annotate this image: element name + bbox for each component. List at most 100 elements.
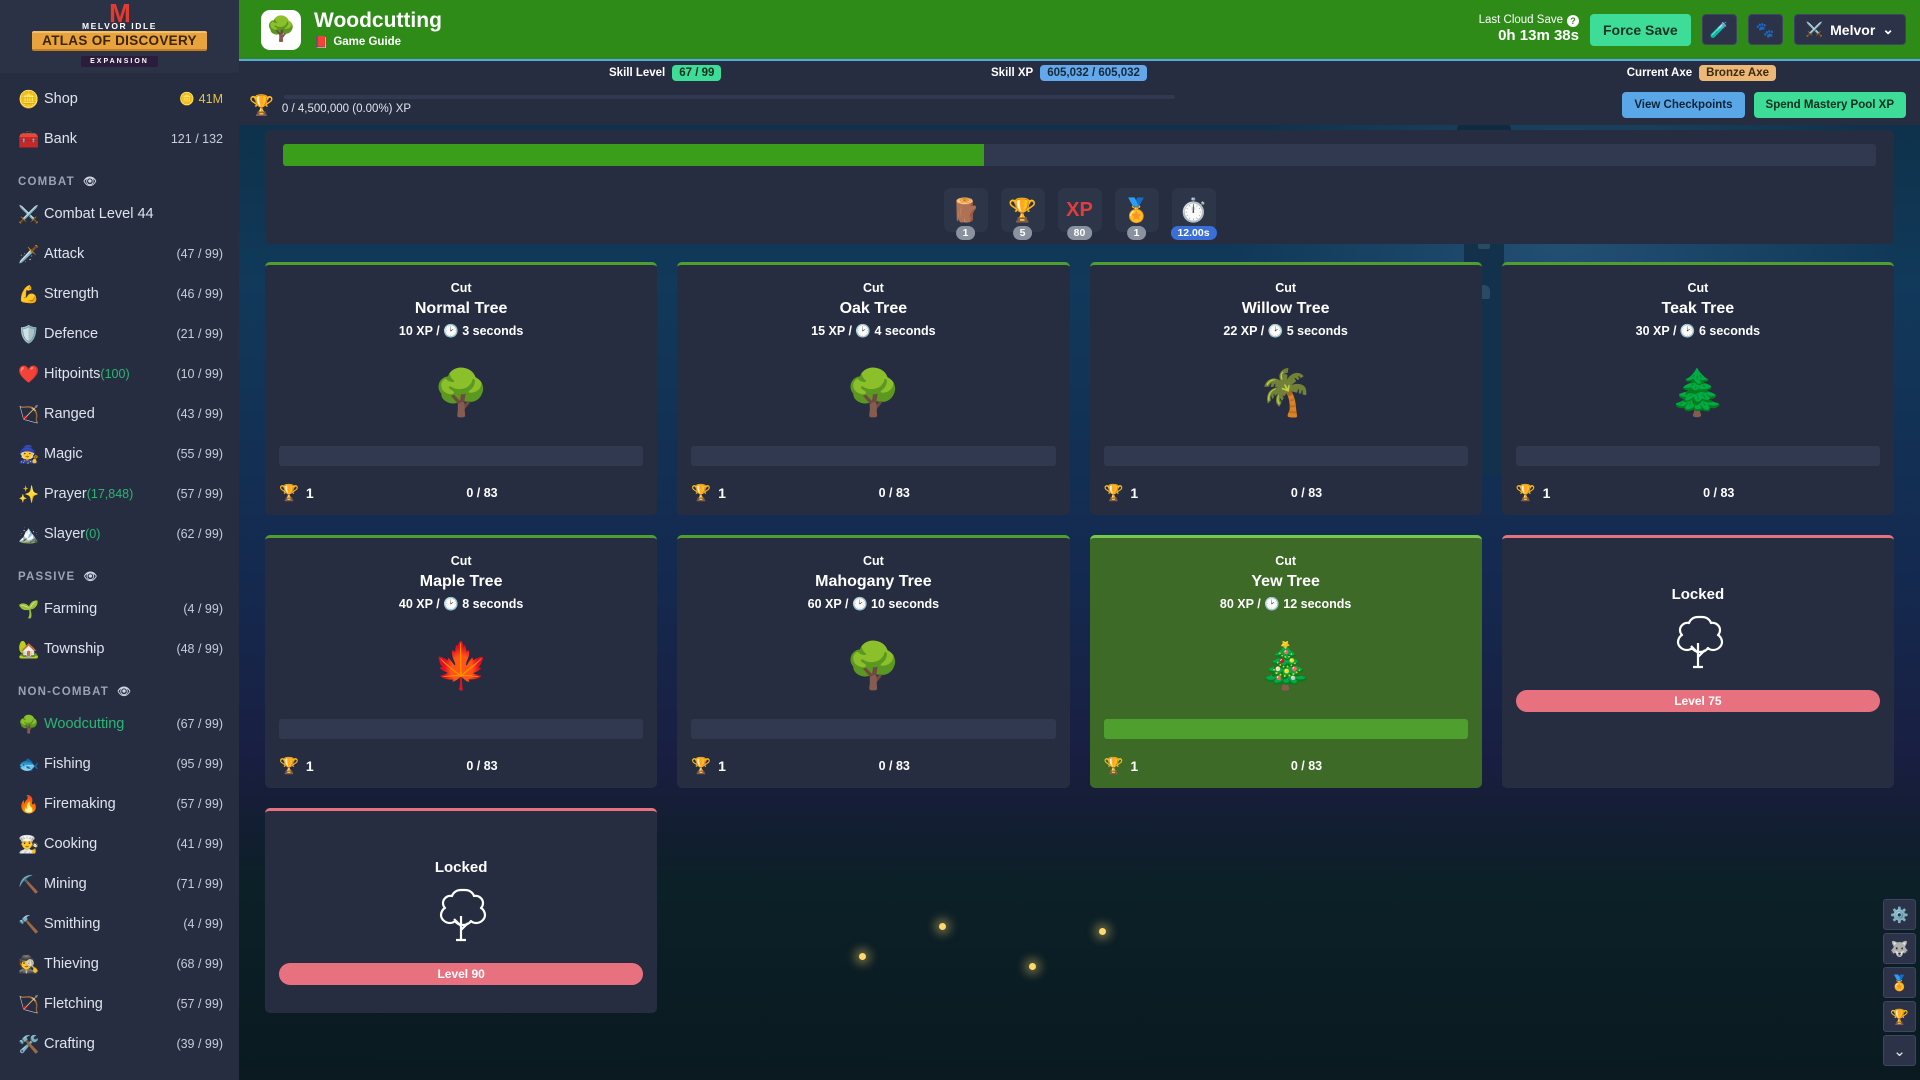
- sidebar-item-ranged[interactable]: 🏹 Ranged (43 / 99): [0, 394, 239, 434]
- slayer-icon: 🏔️: [18, 524, 40, 544]
- sidebar-item-firemaking[interactable]: 🔥 Firemaking (57 / 99): [0, 784, 239, 824]
- tree-mastery-level: 1: [305, 485, 314, 501]
- tree-art-icon: 🌳: [845, 366, 902, 418]
- tree-card-mahogany-tree[interactable]: Cut Mahogany Tree 60 XP / 🕑 10 seconds 🌳…: [677, 535, 1070, 788]
- sidebar-item-farming[interactable]: 🌱 Farming (4 / 99): [0, 589, 239, 629]
- mastery-pool-trophy-icon[interactable]: 🏆: [249, 96, 274, 116]
- xp-badge[interactable]: XP 80: [1057, 188, 1102, 240]
- sidebar-item-value: (57 / 99): [176, 487, 223, 501]
- sidebar-item-text: Bank: [44, 131, 78, 147]
- cloud-save-label: Last Cloud Save: [1478, 14, 1563, 27]
- badge-count: 80: [1066, 226, 1093, 240]
- tree-name: Mahogany Tree: [815, 573, 932, 590]
- skill-glyph: 🌳: [266, 16, 296, 43]
- logo-title: ATLAS OF DISCOVERY: [32, 31, 207, 51]
- view-checkpoints-button[interactable]: View Checkpoints: [1622, 92, 1745, 118]
- sidebar-item-defence[interactable]: 🛡️ Defence (21 / 99): [0, 314, 239, 354]
- sidebar-item-label: Slayer(0): [44, 526, 176, 542]
- tree-mastery-row: 🏆 1 0 / 83: [691, 483, 1055, 503]
- mastery-trophy-badge-glyph: 🏆: [1008, 196, 1037, 223]
- game-logo[interactable]: M MELVOR IDLE ATLAS OF DISCOVERY EXPANSI…: [0, 0, 239, 73]
- sidebar-item-cooking[interactable]: 👨‍🍳 Cooking (41 / 99): [0, 824, 239, 864]
- sidebar-item-smithing[interactable]: 🔨 Smithing (4 / 99): [0, 904, 239, 944]
- trophy-icon: 🏆: [1515, 485, 1536, 502]
- sidebar-item-thieving[interactable]: 🕵️ Thieving (68 / 99): [0, 944, 239, 984]
- sidebar-item-fletching[interactable]: 🏹 Fletching (57 / 99): [0, 984, 239, 1024]
- pickaxe-icon: ⛏️: [18, 874, 40, 894]
- sidebar-item-hitpoints[interactable]: ❤️ Hitpoints(100) (10 / 99): [0, 354, 239, 394]
- sidebar-item-combat-level-44[interactable]: ⚔️ Combat Level 44: [0, 194, 239, 234]
- sidebar-section-title: PASSIVE: [18, 570, 76, 583]
- tree-time: 8 seconds: [462, 597, 524, 611]
- sidebar-item-slayer[interactable]: 🏔️ Slayer(0) (62 / 99): [0, 514, 239, 554]
- logs-badge[interactable]: 🪵 1: [943, 188, 988, 240]
- user-menu-button[interactable]: ⚔️ Melvor ⌄: [1793, 14, 1906, 45]
- badge-count: 5: [1012, 226, 1033, 240]
- sidebar-item-fishing[interactable]: 🐟 Fishing (95 / 99): [0, 744, 239, 784]
- current-axe-value[interactable]: Bronze Axe: [1699, 65, 1776, 81]
- sidebar-item-label: Crafting: [44, 1036, 176, 1052]
- eye-icon[interactable]: 👁: [83, 570, 98, 583]
- tree-card-maple-tree[interactable]: Cut Maple Tree 40 XP / 🕑 8 seconds 🍁 🏆 1…: [265, 535, 658, 788]
- chevron-down-icon[interactable]: ⌄: [1883, 1035, 1916, 1066]
- tree-mastery-row: 🏆 1 0 / 83: [279, 483, 643, 503]
- pets-glyph: 🐾: [1755, 21, 1775, 39]
- sidebar-section-title: NON-COMBAT: [18, 685, 109, 698]
- tree-card-willow-tree[interactable]: Cut Willow Tree 22 XP / 🕑 5 seconds 🌴 🏆 …: [1089, 262, 1482, 515]
- tree-action-label: Cut: [450, 281, 472, 295]
- potion-icon[interactable]: 🧪: [1701, 14, 1737, 45]
- sidebar-item-crafting[interactable]: 🛠️ Crafting (39 / 99): [0, 1024, 239, 1064]
- sidebar-item-label: Farming: [44, 601, 183, 617]
- force-save-button[interactable]: Force Save: [1589, 13, 1691, 46]
- sidebar-item-prayer[interactable]: ✨ Prayer(17,848) (57 / 99): [0, 474, 239, 514]
- sidebar-item-township[interactable]: 🏡 Township (48 / 99): [0, 629, 239, 669]
- sidebar-item-value: (55 / 99): [176, 447, 223, 461]
- sidebar-item-attack[interactable]: 🗡️ Attack (47 / 99): [0, 234, 239, 274]
- tree-progress-bar: [1515, 446, 1880, 466]
- tree-card-yew-tree[interactable]: Cut Yew Tree 80 XP / 🕑 12 seconds 🎄 🏆 1 …: [1089, 535, 1482, 788]
- sidebar-item-label: Shop: [44, 91, 179, 107]
- help-icon[interactable]: ?: [1566, 14, 1579, 27]
- settings-gear-icon[interactable]: ⚙️: [1883, 899, 1916, 930]
- mastery-trophy-badge[interactable]: 🏆 5: [1000, 188, 1045, 240]
- pets-icon[interactable]: 🐾: [1747, 14, 1783, 45]
- sidebar-item-label: Defence: [44, 326, 176, 342]
- sidebar-item-label: Attack: [44, 246, 176, 262]
- skill-level-group: Skill Level 67 / 99: [609, 65, 722, 81]
- sidebar-item-woodcutting[interactable]: 🌳 Woodcutting (67 / 99): [0, 704, 239, 744]
- spend-mastery-pool-xp-button[interactable]: Spend Mastery Pool XP: [1753, 92, 1906, 118]
- tree-time: 4 seconds: [874, 324, 936, 338]
- trophy-icon[interactable]: 🏆: [1883, 1001, 1916, 1032]
- eye-icon[interactable]: 👁: [83, 175, 98, 188]
- mastery-xp-badge[interactable]: 🏅 1: [1114, 188, 1159, 240]
- tree-mastery-level: 1: [1130, 485, 1139, 501]
- game-guide-link[interactable]: 📕 Game Guide: [314, 35, 442, 49]
- sidebar-section-non-combat: NON-COMBAT 👁: [0, 669, 239, 704]
- tree-time: 6 seconds: [1698, 324, 1761, 338]
- sidebar-item-bank[interactable]: 🧰 Bank 121 / 132: [0, 119, 239, 159]
- eye-icon[interactable]: 👁: [117, 685, 132, 698]
- tree-name: Maple Tree: [419, 573, 503, 590]
- skill-level-label: Skill Level: [609, 67, 666, 79]
- tree-card-locked: Locked Level 75: [1501, 535, 1894, 788]
- bank-icon: 🧰: [18, 129, 40, 149]
- wolf-pet-icon[interactable]: 🐺: [1883, 933, 1916, 964]
- sidebar-item-magic[interactable]: 🧙 Magic (55 / 99): [0, 434, 239, 474]
- sidebar-item-text: Smithing: [44, 916, 101, 932]
- chevron-down-icon: ⌄: [1882, 21, 1894, 37]
- sidebar-item-value: (47 / 99): [176, 247, 223, 261]
- tree-name: Yew Tree: [1251, 573, 1320, 590]
- sidebar-item-shop[interactable]: 🪙 Shop 🪙 41M: [0, 79, 239, 119]
- medal-icon[interactable]: 🏅: [1883, 967, 1916, 998]
- tree-card-normal-tree[interactable]: Cut Normal Tree 10 XP / 🕑 3 seconds 🌳 🏆 …: [265, 262, 658, 515]
- sidebar-item-strength[interactable]: 💪 Strength (46 / 99): [0, 274, 239, 314]
- tree-outline-icon: [279, 886, 643, 949]
- tree-mastery-count: 0 / 83: [878, 486, 910, 500]
- sidebar-item-text: Slayer: [44, 526, 86, 542]
- sparkles-icon: ✨: [18, 484, 40, 504]
- sidebar-item-mining[interactable]: ⛏️ Mining (71 / 99): [0, 864, 239, 904]
- tree-card-oak-tree[interactable]: Cut Oak Tree 15 XP / 🕑 4 seconds 🌳 🏆 1 0…: [677, 262, 1070, 515]
- interval-badge[interactable]: ⏱️ 12.00s: [1170, 188, 1217, 240]
- sidebar-item-text: Cooking: [44, 836, 98, 852]
- tree-card-teak-tree[interactable]: Cut Teak Tree 30 XP / 🕑 6 seconds 🌲 🏆 1 …: [1501, 262, 1894, 515]
